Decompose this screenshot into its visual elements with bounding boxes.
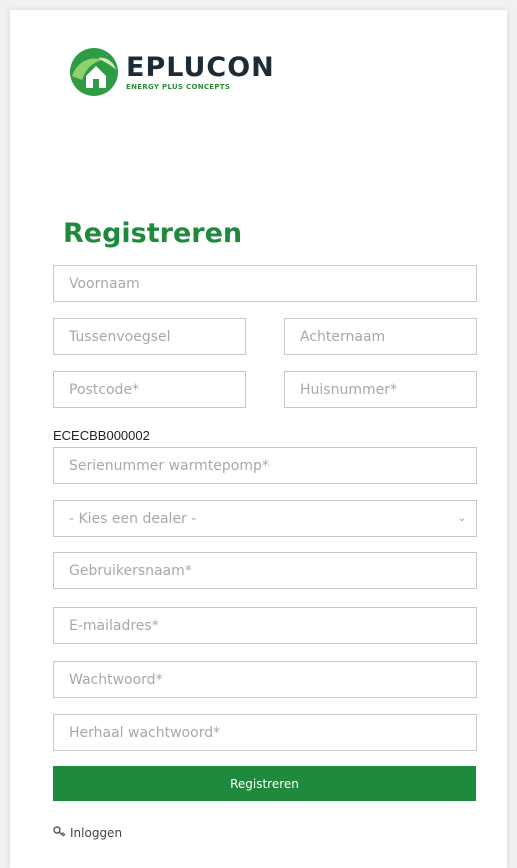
register-card: EPLUCON ENERGY PLUS CONCEPTS Registreren… — [10, 10, 507, 868]
repeat-password-input[interactable]: Herhaal wachtwoord* — [53, 714, 477, 751]
username-input[interactable]: Gebruikersnaam* — [53, 552, 477, 589]
password-input[interactable]: Wachtwoord* — [53, 661, 477, 698]
page-title: Registreren — [63, 218, 243, 249]
serial-number-input[interactable]: Serienummer warmtepomp* — [53, 447, 477, 484]
voornaam-input[interactable]: Voornaam — [53, 265, 477, 302]
dealer-select[interactable]: - Kies een dealer - ⌄ — [53, 500, 477, 537]
email-input[interactable]: E-mailadres* — [53, 607, 477, 644]
login-link[interactable]: Inloggen — [53, 826, 122, 840]
brand-name: EPLUCON — [126, 51, 275, 83]
login-link-label: Inloggen — [70, 826, 123, 840]
serial-number-label: ECECBB000002 — [53, 428, 150, 443]
achternaam-input[interactable]: Achternaam — [284, 318, 477, 355]
house-leaf-icon — [70, 48, 118, 96]
postcode-input[interactable]: Postcode* — [53, 371, 246, 408]
tussenvoegsel-input[interactable]: Tussenvoegsel — [53, 318, 246, 355]
brand-tagline: ENERGY PLUS CONCEPTS — [126, 82, 231, 91]
key-icon — [53, 826, 66, 840]
huisnummer-input[interactable]: Huisnummer* — [284, 371, 477, 408]
dealer-select-value: - Kies een dealer - — [69, 510, 197, 527]
register-button[interactable]: Registreren — [53, 766, 476, 801]
logo: EPLUCON ENERGY PLUS CONCEPTS — [68, 46, 275, 98]
chevron-down-icon: ⌄ — [457, 513, 466, 524]
